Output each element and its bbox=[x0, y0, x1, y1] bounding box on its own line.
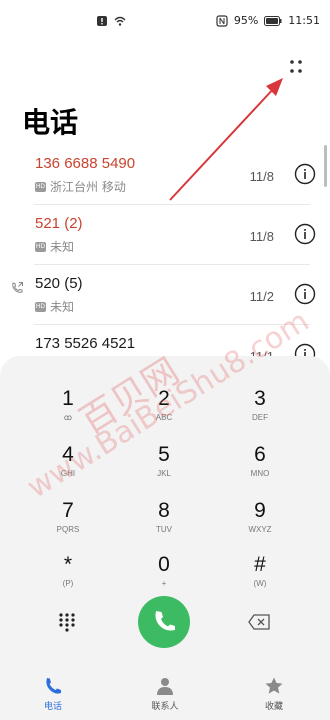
key-digit: 0 bbox=[158, 553, 170, 576]
key-letters: (P) bbox=[62, 579, 74, 588]
key-letters: MNO bbox=[250, 469, 270, 478]
scrollbar[interactable] bbox=[324, 145, 327, 187]
call-date: 11/2 bbox=[249, 289, 274, 304]
hd-badge-icon: HD bbox=[35, 241, 46, 252]
key-letters: (W) bbox=[253, 579, 267, 588]
key-letters: ABC bbox=[155, 413, 173, 422]
status-left bbox=[96, 15, 126, 27]
key-letters: DEF bbox=[252, 413, 268, 422]
call-button[interactable] bbox=[138, 596, 190, 648]
key-letters: + bbox=[161, 579, 167, 588]
key-digit: 3 bbox=[254, 387, 266, 410]
key-letters: TUV bbox=[156, 525, 172, 534]
outgoing-call-icon bbox=[12, 282, 23, 293]
call-log-row[interactable]: 136 6688 5490 HD 浙江台州 移动 11/8 bbox=[0, 145, 330, 205]
hd-badge-icon: HD bbox=[35, 301, 46, 312]
call-number: 173 5526 4521 bbox=[35, 335, 136, 352]
key-8[interactable]: 8 TUV bbox=[116, 494, 212, 548]
key-digit: 1 bbox=[62, 387, 74, 410]
more-options-icon[interactable] bbox=[284, 56, 308, 78]
call-location: HD 未知 bbox=[35, 238, 74, 255]
nfc-icon bbox=[216, 15, 228, 27]
call-number: 136 6688 5490 bbox=[35, 155, 136, 172]
notification-icon bbox=[97, 16, 107, 26]
key-letters: PQRS bbox=[56, 525, 80, 534]
key-digit: 5 bbox=[158, 443, 170, 466]
call-location-label: 浙江台州 移动 bbox=[50, 180, 126, 194]
battery-percentage: 95% bbox=[233, 14, 259, 27]
status-right: 95% 11:51 bbox=[216, 15, 320, 27]
key-digit: 8 bbox=[158, 499, 170, 522]
key-digit: 6 bbox=[254, 443, 266, 466]
key-9[interactable]: 9 WXYZ bbox=[212, 494, 308, 548]
key-7[interactable]: 7 PQRS bbox=[20, 494, 116, 548]
wifi-icon bbox=[114, 16, 126, 26]
key-digit: # bbox=[254, 553, 266, 576]
page-title: 电话 bbox=[22, 106, 79, 139]
call-location: HD 浙江台州 移动 bbox=[35, 178, 126, 195]
call-number: 521 (2) bbox=[35, 215, 83, 232]
bottom-navigation: 电话 联系人 收藏 bbox=[0, 664, 330, 720]
key-3[interactable]: 3 DEF bbox=[212, 382, 308, 436]
key-2[interactable]: 2 ABC bbox=[116, 382, 212, 436]
key-star[interactable]: * (P) bbox=[20, 548, 116, 602]
clock: 11:51 bbox=[288, 14, 320, 27]
key-digit: * bbox=[63, 553, 73, 576]
info-icon[interactable] bbox=[294, 223, 316, 245]
key-digit: 4 bbox=[62, 443, 74, 466]
call-log-row[interactable]: 520 (5) HD 未知 11/2 bbox=[0, 265, 330, 325]
phone-icon bbox=[155, 611, 175, 631]
call-location-label: 未知 bbox=[50, 300, 75, 314]
key-4[interactable]: 4 GHI bbox=[20, 438, 116, 492]
key-0[interactable]: 0 + bbox=[116, 548, 212, 602]
call-location: HD 未知 bbox=[35, 298, 74, 315]
nav-label: 收藏 bbox=[264, 702, 283, 712]
phone-icon bbox=[46, 678, 61, 694]
nav-favorites-tab[interactable]: 收藏 bbox=[234, 676, 314, 712]
star-icon bbox=[265, 677, 283, 694]
voicemail-icon: ꝏ bbox=[63, 413, 73, 422]
call-location-label: 未知 bbox=[50, 240, 75, 254]
nav-phone-tab[interactable]: 电话 bbox=[13, 676, 93, 712]
dialpad-grid-icon[interactable] bbox=[58, 612, 76, 632]
nav-contacts-tab[interactable]: 联系人 bbox=[125, 676, 205, 712]
nav-label: 电话 bbox=[43, 702, 62, 712]
info-icon[interactable] bbox=[294, 163, 316, 185]
key-1[interactable]: 1 ꝏ bbox=[20, 382, 116, 436]
backspace-icon[interactable] bbox=[248, 614, 270, 630]
nav-label: 联系人 bbox=[151, 702, 179, 712]
status-bar: 95% 11:51 bbox=[0, 0, 330, 40]
key-digit: 7 bbox=[62, 499, 74, 522]
info-icon[interactable] bbox=[294, 283, 316, 305]
call-log-row[interactable]: 521 (2) HD 未知 11/8 bbox=[0, 205, 330, 265]
key-6[interactable]: 6 MNO bbox=[212, 438, 308, 492]
hd-badge-icon: HD bbox=[35, 181, 46, 192]
call-date: 11/8 bbox=[249, 169, 274, 184]
call-number: 520 (5) bbox=[35, 275, 83, 292]
key-5[interactable]: 5 JKL bbox=[116, 438, 212, 492]
key-letters: GHI bbox=[60, 469, 76, 478]
battery-icon bbox=[264, 16, 282, 26]
call-date: 11/8 bbox=[249, 229, 274, 244]
contacts-icon bbox=[157, 678, 173, 695]
key-digit: 2 bbox=[158, 387, 170, 410]
key-letters: JKL bbox=[157, 469, 171, 478]
key-letters: WXYZ bbox=[248, 525, 272, 534]
key-digit: 9 bbox=[254, 499, 266, 522]
key-hash[interactable]: # (W) bbox=[212, 548, 308, 602]
